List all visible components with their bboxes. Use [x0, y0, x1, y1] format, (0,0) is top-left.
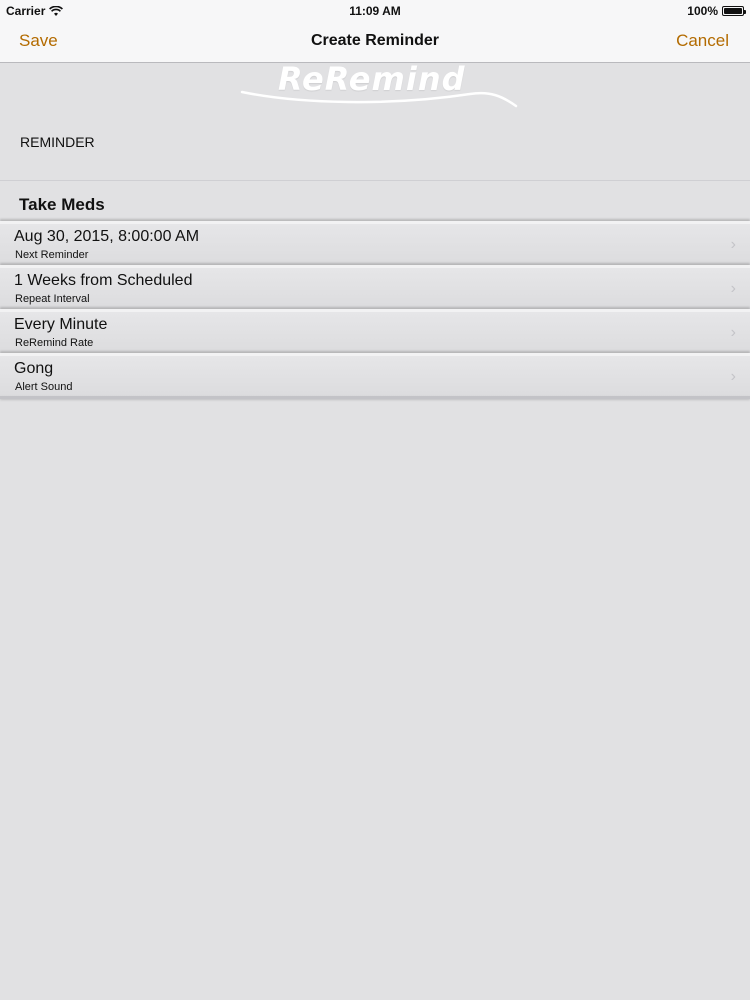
chevron-right-icon: ›: [730, 324, 736, 341]
repeat-interval-cell[interactable]: 1 Weeks from Scheduled Repeat Interval ›: [0, 265, 750, 309]
reremind-rate-cell[interactable]: Every Minute ReRemind Rate ›: [0, 309, 750, 353]
page-title: Create Reminder: [310, 32, 440, 49]
cell-value: 1 Weeks from Scheduled: [14, 272, 193, 289]
table-bottom-divider: [0, 396, 750, 399]
navigation-bar: Save Create Reminder Cancel: [0, 22, 750, 63]
chevron-right-icon: ›: [730, 236, 736, 253]
battery-icon: [722, 6, 746, 16]
reminder-name: Take Meds: [19, 195, 105, 214]
cell-label: ReRemind Rate: [15, 337, 94, 349]
reminder-name-row[interactable]: Take Meds: [0, 180, 750, 222]
chevron-right-icon: ›: [730, 368, 736, 385]
cell-value: Aug 30, 2015, 8:00:00 AM: [14, 228, 200, 245]
section-label: REMINDER: [20, 134, 95, 150]
logo-text: ReRemind: [278, 60, 466, 98]
status-bar: Carrier 11:09 AM 100%: [0, 0, 750, 22]
alert-sound-cell[interactable]: Gong Alert Sound ›: [0, 353, 750, 397]
cell-label: Repeat Interval: [15, 293, 90, 305]
cell-value: Gong: [14, 360, 54, 377]
cell-label: Next Reminder: [15, 249, 89, 261]
cancel-button[interactable]: Cancel: [676, 31, 729, 51]
battery-level: [724, 8, 742, 14]
battery-group: 100%: [687, 4, 746, 18]
chevron-right-icon: ›: [730, 280, 736, 297]
app-logo: ReRemind: [240, 60, 520, 112]
battery-percent: 100%: [687, 4, 718, 18]
cell-label: Alert Sound: [15, 381, 73, 393]
status-time: 11:09 AM: [349, 4, 401, 18]
next-reminder-cell[interactable]: Aug 30, 2015, 8:00:00 AM Next Reminder ›: [0, 221, 750, 265]
cell-value: Every Minute: [14, 316, 108, 333]
